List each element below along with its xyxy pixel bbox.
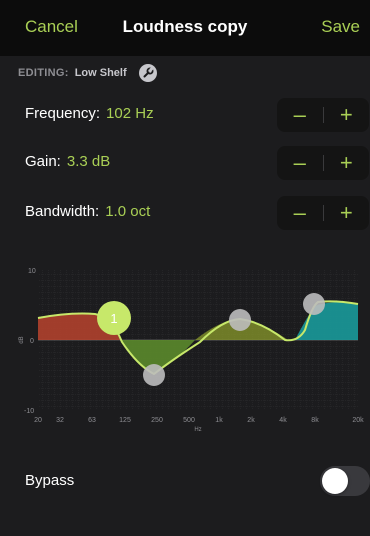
bypass-toggle[interactable]: [320, 466, 370, 496]
bandwidth-label: Bandwidth: 1.0 oct: [25, 203, 151, 220]
x-tick-label: 2k: [247, 417, 255, 424]
x-tick-label: 4k: [279, 417, 287, 424]
bypass-label: Bypass: [25, 472, 75, 489]
band-handle-3[interactable]: [229, 309, 251, 331]
band-handle-4[interactable]: [303, 293, 325, 315]
gain-stepper[interactable]: – +: [277, 146, 369, 180]
y-tick-label: 0: [30, 338, 34, 345]
bandwidth-stepper[interactable]: – +: [277, 196, 369, 230]
y-tick-label: -10: [24, 408, 34, 415]
eq-graph[interactable]: 1 10 0 -10 dB 20 32 63 125 250 500 1k 2k…: [0, 262, 370, 437]
x-tick-label: 8k: [311, 417, 319, 424]
gain-value: 3.3 dB: [66, 153, 111, 170]
gain-label: Gain: 3.3 dB: [25, 153, 111, 170]
y-axis-label: dB: [19, 336, 25, 343]
frequency-stepper[interactable]: – +: [277, 98, 369, 132]
x-tick-label: 125: [119, 417, 131, 424]
editing-label: EDITING:: [18, 67, 69, 79]
save-button[interactable]: Save: [321, 17, 360, 37]
editing-indicator: EDITING: Low Shelf: [18, 64, 157, 82]
bandwidth-row: Bandwidth: 1.0 oct – +: [25, 196, 370, 230]
x-tick-label: 250: [151, 417, 163, 424]
page-title: Loudness copy: [122, 17, 248, 36]
x-tick-label: 20k: [352, 417, 364, 424]
x-tick-label: 32: [56, 417, 64, 424]
x-tick-label: 20: [34, 417, 42, 424]
band-handle-2[interactable]: [143, 364, 165, 386]
frequency-label: Frequency: 102 Hz: [25, 105, 154, 122]
y-tick-label: 10: [28, 268, 36, 275]
frequency-row: Frequency: 102 Hz – +: [25, 98, 370, 132]
navigation-bar: Cancel Loudness copy Save: [0, 0, 370, 56]
gain-row: Gain: 3.3 dB – +: [25, 146, 370, 180]
editing-band-name: Low Shelf: [74, 67, 127, 79]
frequency-value: 102 Hz: [106, 105, 154, 122]
active-band-number: 1: [110, 311, 117, 326]
x-tick-label: 500: [183, 417, 195, 424]
bandwidth-value: 1.0 oct: [105, 203, 151, 220]
bandwidth-decrement-button[interactable]: –: [277, 196, 323, 230]
bandwidth-increment-button[interactable]: +: [324, 196, 370, 230]
frequency-decrement-button[interactable]: –: [277, 98, 323, 132]
frequency-increment-button[interactable]: +: [324, 98, 370, 132]
wrench-icon[interactable]: [138, 64, 157, 82]
gain-decrement-button[interactable]: –: [277, 146, 323, 180]
x-axis-label: Hz: [194, 427, 201, 433]
gain-increment-button[interactable]: +: [324, 146, 370, 180]
x-tick-label: 63: [88, 417, 96, 424]
toggle-knob: [322, 468, 348, 494]
bypass-row: Bypass: [25, 464, 370, 498]
x-tick-label: 1k: [215, 417, 223, 424]
